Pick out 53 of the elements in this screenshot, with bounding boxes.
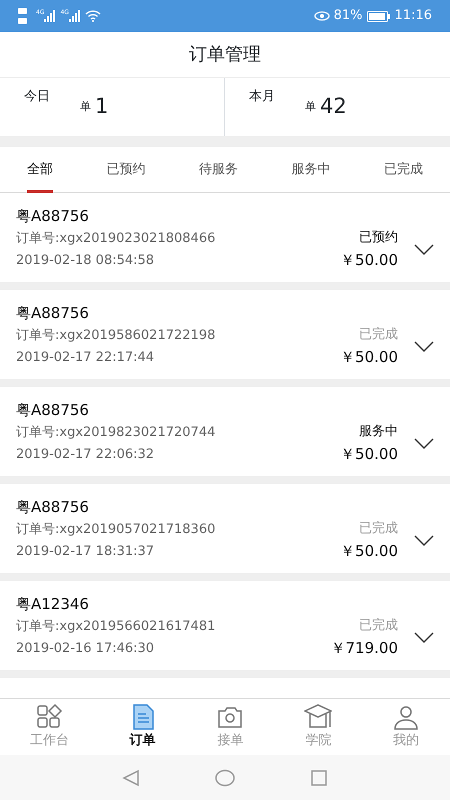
eye-icon (314, 11, 330, 21)
order-price: ￥50.00 (340, 250, 398, 271)
recents-icon[interactable] (310, 768, 328, 786)
filter-tab[interactable]: 服务中 (292, 147, 331, 193)
home-icon[interactable] (215, 768, 235, 786)
stat-unit: 单 (305, 98, 316, 115)
filter-tab[interactable]: 全部 (26, 147, 53, 193)
order-number: 订单号:xgx2019823021720744 (16, 424, 216, 442)
clock: 11:16 (394, 7, 432, 26)
expand-icon[interactable] (414, 438, 434, 449)
order-time: 2019-02-16 17:46:30 (16, 640, 156, 658)
order-status: 已预约 (359, 228, 398, 246)
stat-unit: 单 (80, 98, 91, 115)
stat-label: 本月 (249, 88, 275, 106)
nav-tab[interactable]: 订单 (122, 699, 163, 755)
expand-icon[interactable] (414, 244, 434, 255)
order-price: ￥719.00 (330, 638, 398, 659)
signal-icon (44, 10, 56, 22)
filter-tab[interactable]: 待服务 (198, 147, 238, 193)
stat-count: 1 (95, 93, 108, 120)
order-number: 订单号:xgx2019023021808466 (16, 230, 216, 248)
wifi-icon (84, 10, 101, 22)
order-status: 已完成 (359, 616, 398, 634)
filter-tab[interactable]: 已预约 (106, 147, 146, 193)
plate-number: 粤A88756 (16, 496, 90, 518)
signal-icon (68, 10, 81, 22)
order-time: 2019-02-17 22:06:32 (16, 446, 156, 464)
filter-tab[interactable]: 已完成 (384, 147, 424, 193)
battery-percent: 81% (334, 7, 363, 26)
order-number: 订单号:xgx2019566021617481 (16, 618, 216, 636)
expand-icon[interactable] (414, 535, 434, 546)
page-title: 订单管理 (189, 43, 261, 67)
plate-number: 粤A88756 (16, 302, 90, 324)
back-icon[interactable] (122, 768, 140, 786)
order-status: 服务中 (359, 422, 398, 440)
order-time: 2019-02-17 18:31:37 (16, 542, 156, 561)
order-status: 已完成 (359, 326, 398, 344)
plate-number: 粤A88756 (16, 206, 90, 227)
order-price: ￥50.00 (340, 444, 398, 465)
order-number: 订单号:xgx2019057021718360 (16, 521, 216, 540)
plate-number: 粤A12346 (16, 594, 90, 615)
order-time: 2019-02-17 22:17:44 (16, 348, 156, 367)
stat-count: 42 (320, 93, 347, 120)
order-price: ￥50.00 (340, 347, 398, 368)
order-number: 订单号:xgx2019586021722198 (16, 327, 216, 346)
expand-icon[interactable] (414, 632, 434, 643)
expand-icon[interactable] (414, 341, 434, 352)
order-price: ￥50.00 (340, 541, 398, 562)
plate-number: 粤A88756 (16, 400, 90, 421)
battery-icon (366, 10, 391, 22)
order-time: 2019-02-18 08:54:58 (16, 252, 156, 270)
order-status: 已完成 (359, 520, 398, 538)
stat-label: 今日 (24, 88, 50, 106)
